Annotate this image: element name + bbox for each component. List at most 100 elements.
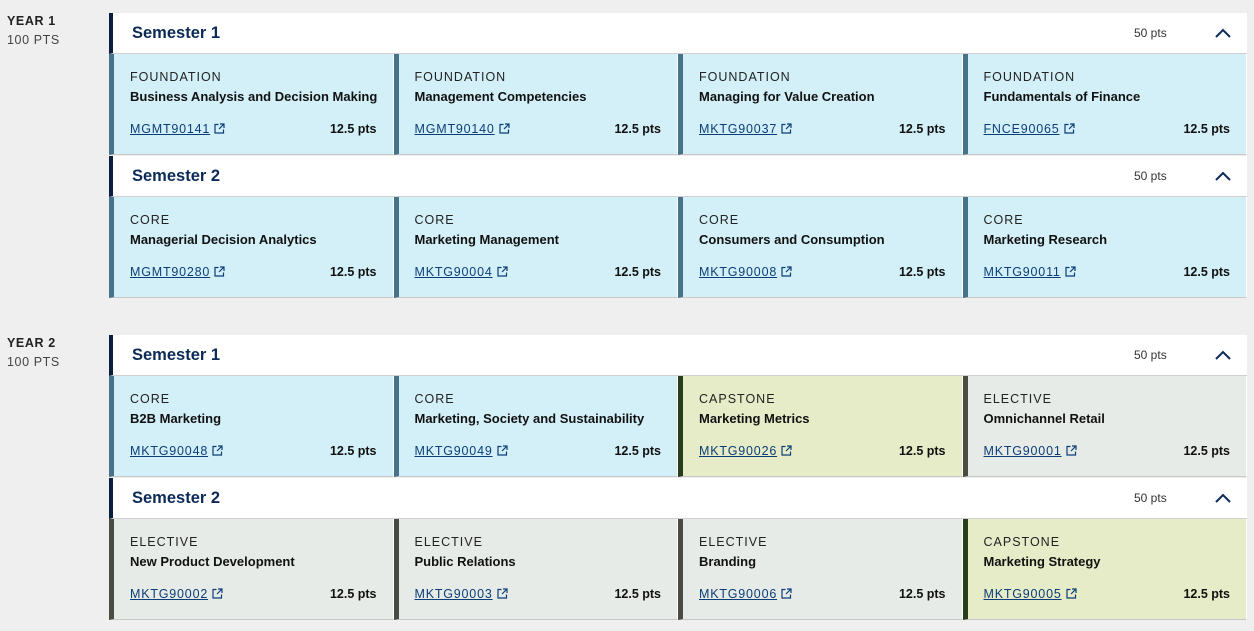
subject-code-link[interactable]: MGMT90141 xyxy=(130,122,225,137)
chevron-up-icon[interactable] xyxy=(1214,490,1232,506)
subject-points: 12.5 pts xyxy=(898,265,946,279)
external-link-icon xyxy=(212,445,223,459)
subject-code: MGMT90140 xyxy=(414,122,495,136)
subject-code-link[interactable]: MKTG90003 xyxy=(415,587,508,602)
subject-card: CAPSTONE Marketing Metrics MKTG90026 12.… xyxy=(678,376,963,477)
subject-card: FOUNDATION Management Competencies MGMT9… xyxy=(393,54,678,155)
subject-type: ELECTIVE xyxy=(130,535,199,549)
subject-code-link[interactable]: MKTG90048 xyxy=(130,444,223,459)
subject-type: CORE xyxy=(414,392,455,406)
subject-card: ELECTIVE New Product Development MKTG900… xyxy=(109,519,394,620)
subject-type: ELECTIVE xyxy=(699,535,768,549)
semester-header[interactable]: Semester 1 50 pts xyxy=(109,335,1247,376)
subject-code: MKTG90003 xyxy=(414,587,493,601)
subject-points: 12.5 pts xyxy=(329,444,377,458)
external-link-icon xyxy=(781,588,792,602)
semester-header[interactable]: Semester 1 50 pts xyxy=(109,13,1247,54)
subject-type: CORE xyxy=(130,392,171,406)
subject-code-link[interactable]: MKTG90026 xyxy=(699,444,792,459)
subject-points: 12.5 pts xyxy=(614,265,661,279)
subject-type: CORE xyxy=(130,213,171,227)
year-points: 100 PTS xyxy=(7,33,60,47)
subject-name: Marketing Management xyxy=(414,232,559,247)
year-points: 100 PTS xyxy=(7,355,60,369)
subject-code-link[interactable]: FNCE90065 xyxy=(984,122,1075,137)
external-link-icon xyxy=(1065,588,1077,602)
subject-code-link[interactable]: MKTG90037 xyxy=(699,122,792,137)
year-title: YEAR 2 xyxy=(7,336,56,350)
subject-code: MKTG90008 xyxy=(699,265,778,279)
subject-card: CORE Marketing Research MKTG90011 12.5 p… xyxy=(962,197,1247,298)
subject-code-link[interactable]: MGMT90140 xyxy=(415,122,510,137)
subject-code: MKTG90004 xyxy=(414,265,493,279)
subject-name: Marketing Strategy xyxy=(983,554,1101,569)
chevron-up-icon[interactable] xyxy=(1214,347,1232,363)
subject-name: Omnichannel Retail xyxy=(983,411,1105,426)
subject-name: Fundamentals of Finance xyxy=(983,89,1141,104)
semester-header[interactable]: Semester 2 50 pts xyxy=(109,156,1247,197)
subject-code-link[interactable]: MKTG90002 xyxy=(130,587,223,602)
subject-card: CORE Managerial Decision Analytics MGMT9… xyxy=(109,197,394,298)
subject-card: CORE B2B Marketing MKTG90048 12.5 pts xyxy=(109,376,394,477)
subject-card: FOUNDATION Business Analysis and Decisio… xyxy=(109,54,394,155)
external-link-icon xyxy=(212,588,223,602)
subject-cards: CORE Managerial Decision Analytics MGMT9… xyxy=(109,197,1247,298)
external-link-icon xyxy=(1063,123,1075,137)
subject-code-link[interactable]: MKTG90006 xyxy=(699,587,792,602)
subject-code-link[interactable]: MKTG90004 xyxy=(415,265,508,280)
subject-code-link[interactable]: MKTG90005 xyxy=(984,587,1077,602)
external-link-icon xyxy=(496,445,508,459)
subject-code: MKTG90006 xyxy=(699,587,778,601)
subject-name: Business Analysis and Decision Making xyxy=(130,89,378,104)
subject-type: CAPSTONE xyxy=(699,392,776,406)
semester-points: 50 pts xyxy=(1134,348,1167,362)
subject-card: CAPSTONE Marketing Strategy MKTG90005 12… xyxy=(962,519,1247,620)
external-link-icon xyxy=(496,266,508,280)
subject-name: Marketing Metrics xyxy=(699,411,810,426)
subject-code: MKTG90037 xyxy=(699,122,778,136)
subject-points: 12.5 pts xyxy=(1183,265,1230,279)
subject-type: FOUNDATION xyxy=(983,70,1076,84)
subject-type: CORE xyxy=(414,213,455,227)
external-link-icon xyxy=(781,123,792,137)
external-link-icon xyxy=(496,588,508,602)
subject-card: ELECTIVE Branding MKTG90006 12.5 pts xyxy=(678,519,963,620)
subject-code-link[interactable]: MKTG90008 xyxy=(699,265,792,280)
external-link-icon xyxy=(781,445,792,459)
subject-cards: CORE B2B Marketing MKTG90048 12.5 pts CO… xyxy=(109,376,1247,477)
subject-name: Consumers and Consumption xyxy=(699,232,885,247)
subject-name: Marketing, Society and Sustainability xyxy=(414,411,645,426)
subject-code: MKTG90011 xyxy=(983,265,1061,279)
subject-type: CORE xyxy=(983,213,1024,227)
subject-type: FOUNDATION xyxy=(130,70,222,84)
subject-code-link[interactable]: MKTG90011 xyxy=(984,265,1076,280)
subject-code-link[interactable]: MKTG90001 xyxy=(984,444,1077,459)
semester-points: 50 pts xyxy=(1134,491,1167,505)
subject-code-link[interactable]: MKTG90049 xyxy=(415,444,508,459)
subject-card: FOUNDATION Managing for Value Creation M… xyxy=(678,54,963,155)
semester-header[interactable]: Semester 2 50 pts xyxy=(109,478,1247,519)
subject-type: FOUNDATION xyxy=(414,70,507,84)
semester-title: Semester 1 xyxy=(132,24,221,42)
subject-points: 12.5 pts xyxy=(329,122,377,136)
semester-panel: Semester 2 50 pts ELECTIVE New Product D… xyxy=(109,478,1247,620)
course-structure: YEAR 1 100 PTS Semester 1 50 pts FOUNDAT… xyxy=(0,0,1254,631)
subject-card: ELECTIVE Omnichannel Retail MKTG90001 12… xyxy=(962,376,1247,477)
subject-name: B2B Marketing xyxy=(130,411,222,426)
subject-code-link[interactable]: MGMT90280 xyxy=(130,265,225,280)
subject-points: 12.5 pts xyxy=(1183,587,1230,601)
subject-points: 12.5 pts xyxy=(1183,444,1230,458)
chevron-up-icon[interactable] xyxy=(1214,25,1232,41)
subject-name: Public Relations xyxy=(414,554,516,569)
year-label: YEAR 2 100 PTS xyxy=(7,335,60,370)
subject-type: ELECTIVE xyxy=(983,392,1052,406)
subject-code: MKTG90005 xyxy=(983,587,1062,601)
subject-name: Marketing Research xyxy=(983,232,1108,247)
subject-card: CORE Marketing Management MKTG90004 12.5… xyxy=(393,197,678,298)
external-link-icon xyxy=(1065,445,1077,459)
semester-title: Semester 1 xyxy=(132,346,221,364)
chevron-up-icon[interactable] xyxy=(1214,168,1232,184)
subject-cards: ELECTIVE New Product Development MKTG900… xyxy=(109,519,1247,620)
subject-code: FNCE90065 xyxy=(983,122,1060,136)
subject-type: CAPSTONE xyxy=(983,535,1061,549)
